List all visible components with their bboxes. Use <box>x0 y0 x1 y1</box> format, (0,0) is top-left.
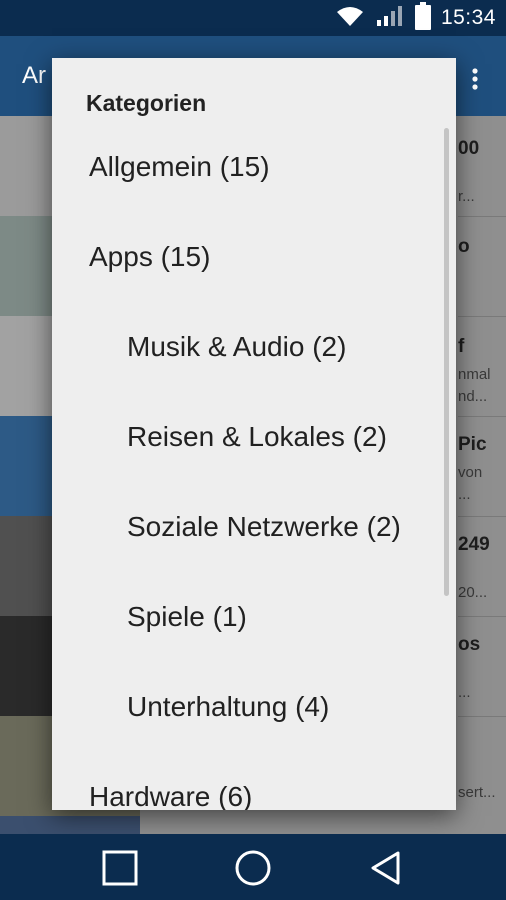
category-item-unterhaltung[interactable]: Unterhaltung (4) <box>52 662 456 752</box>
categories-dialog: Kategorien Allgemein (15) Apps (15) Musi… <box>52 58 456 810</box>
category-item-hardware[interactable]: Hardware (6) <box>52 752 456 810</box>
list-divider <box>458 716 506 717</box>
signal-icon <box>375 4 405 33</box>
category-item-apps[interactable]: Apps (15) <box>52 212 456 302</box>
peek-subtitle: von ... <box>458 464 483 503</box>
dialog-title: Kategorien <box>86 90 207 116</box>
peek-title: f <box>458 336 465 357</box>
peek-title: 00 <box>458 138 480 159</box>
peek-subtitle: ... <box>458 684 471 701</box>
list-divider <box>458 316 506 317</box>
category-list: Allgemein (15) Apps (15) Musik & Audio (… <box>52 122 456 810</box>
category-item-allgemein[interactable]: Allgemein (15) <box>52 122 456 212</box>
category-item-reisen-lokales[interactable]: Reisen & Lokales (2) <box>52 392 456 482</box>
peek-title: 249 <box>458 534 490 555</box>
home-circle-icon[interactable] <box>233 848 273 888</box>
overflow-menu-icon[interactable] <box>472 68 478 95</box>
back-triangle-icon[interactable] <box>366 848 406 888</box>
app-title: Ar <box>22 62 46 89</box>
peek-subtitle: nmal nd... <box>458 366 491 405</box>
peek-subtitle: 20... <box>458 584 488 601</box>
status-time: 15:34 <box>440 6 496 29</box>
peek-subtitle: sert... <box>458 784 496 801</box>
peek-title: o <box>458 236 470 257</box>
wifi-icon <box>335 4 365 33</box>
list-divider <box>458 616 506 617</box>
recents-square-icon[interactable] <box>100 848 140 888</box>
dialog-scrollbar[interactable] <box>444 128 449 596</box>
category-item-soziale-netzwerke[interactable]: Soziale Netzwerke (2) <box>52 482 456 572</box>
peek-title: Pic <box>458 434 487 455</box>
navigation-bar <box>0 834 506 900</box>
category-item-musik-audio[interactable]: Musik & Audio (2) <box>52 302 456 392</box>
peek-subtitle: r... <box>458 188 475 205</box>
category-item-spiele[interactable]: Spiele (1) <box>52 572 456 662</box>
peek-title: os <box>458 634 481 655</box>
thumbnail-image <box>0 816 140 834</box>
list-divider <box>458 516 506 517</box>
status-bar: 15:34 <box>0 0 506 36</box>
list-divider <box>458 416 506 417</box>
battery-icon <box>414 1 431 35</box>
list-divider <box>458 216 506 217</box>
